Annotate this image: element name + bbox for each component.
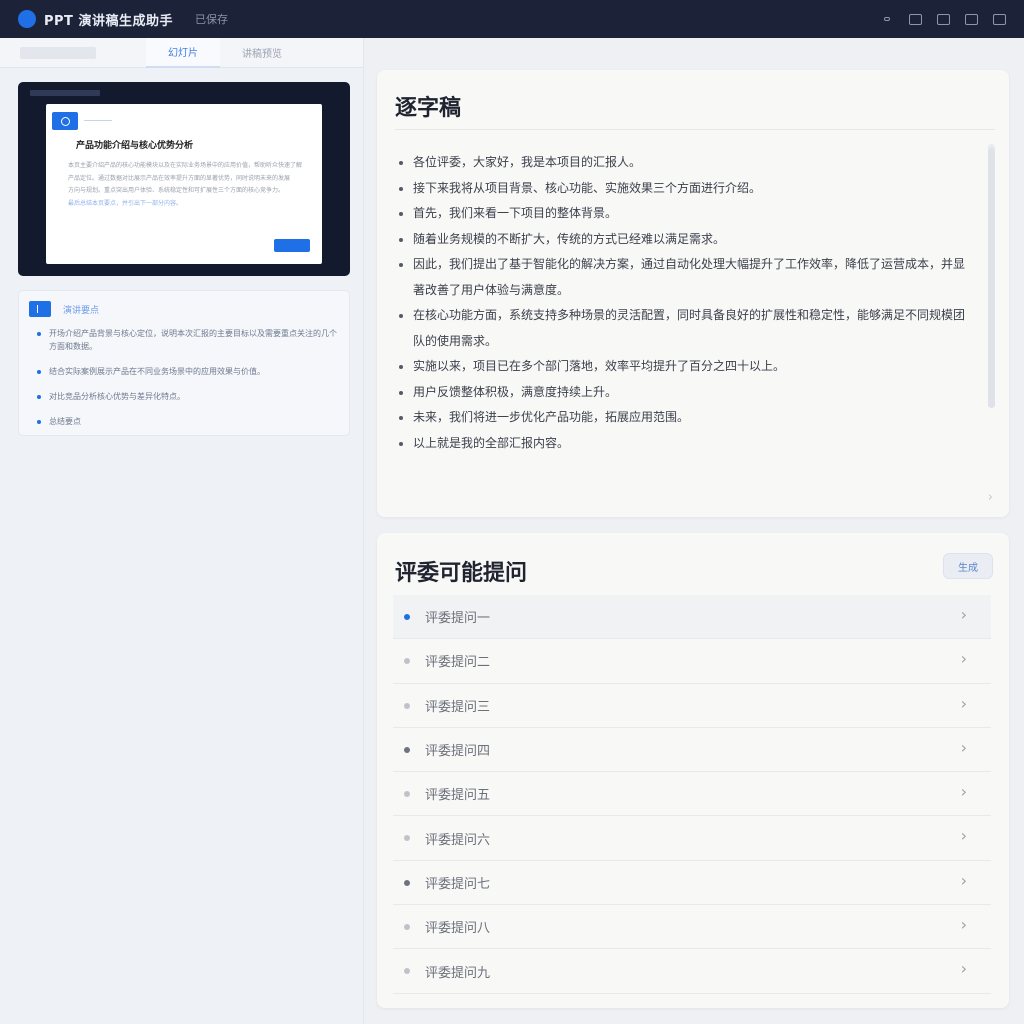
chevron-right-icon: › [960, 605, 967, 624]
question-text: 评委提问八 [425, 921, 491, 937]
question-text: 评委提问六 [425, 832, 491, 848]
notes-list: 开场介绍产品背景与核心定位，说明本次汇报的主要目标以及需要重点关注的几个方面和数… [37, 327, 339, 440]
question-text: 评委提问一 [425, 611, 491, 627]
save-status: 已保存 [194, 13, 228, 26]
document-icon[interactable] [936, 12, 950, 26]
question-text: 评委提问九 [425, 965, 491, 981]
chevron-right-icon: › [960, 870, 967, 890]
transcript-line: 随着业务规模的不断扩大，传统的方式已经难以满足需求。 [399, 227, 973, 253]
bullet-icon [404, 614, 410, 620]
slide-logo-icon [52, 112, 78, 130]
cube-icon[interactable] [908, 12, 922, 26]
app-logo-icon [18, 10, 36, 28]
left-panel: 幻灯片 讲稿预览 产品功能介绍与核心优势分析 本页主要介绍产品的核心功能模块以及… [0, 37, 364, 1024]
chevron-right-icon: › [960, 959, 967, 979]
question-item[interactable]: 评委提问三 › [393, 684, 991, 728]
transcript-line: 因此，我们提出了基于智能化的解决方案，通过自动化处理大幅提升了工作效率，降低了运… [399, 252, 973, 303]
tab-script-preview[interactable]: 讲稿预览 [220, 38, 304, 68]
speaker-notes-card: 演讲要点 开场介绍产品背景与核心定位，说明本次汇报的主要目标以及需要重点关注的几… [18, 290, 350, 436]
question-text: 评委提问三 [425, 699, 491, 715]
question-item[interactable]: 评委提问六 › [393, 816, 991, 861]
question-item[interactable]: 评委提问七 › [393, 861, 991, 906]
divider [395, 129, 995, 130]
slide-line: 产品定位。通过数据对比展示产品在效率提升方面的显著优势，同时说明未来的发展 [68, 174, 291, 182]
question-item[interactable]: 评委提问九 › [393, 949, 991, 994]
chevron-right-icon[interactable]: › [988, 490, 993, 505]
transcript-line: 未来，我们将进一步优化产品功能，拓展应用范围。 [399, 405, 973, 431]
question-item[interactable]: 评委提问一 › [393, 595, 991, 640]
bullet-icon [404, 879, 410, 886]
list-item: 对比竞品分析核心优势与差异化特点。 [37, 390, 339, 403]
questions-title: 评委可能提问 [395, 561, 528, 586]
transcript-line: 首先，我们来看一下项目的整体背景。 [399, 201, 973, 227]
left-tabs: 幻灯片 讲稿预览 [0, 37, 363, 68]
slide-line: 方向与规划。重点突出用户体验、系统稳定性和可扩展性三个方面的核心竞争力。 [68, 187, 285, 194]
bullet-icon [404, 658, 410, 665]
slide-button [274, 239, 310, 252]
generate-button[interactable]: 生成 [943, 553, 993, 579]
chevron-right-icon: › [960, 782, 967, 802]
slide-line: 本页主要介绍产品的核心功能模块以及在实际业务场景中的应用价值，帮助听众快速了解 [68, 162, 303, 169]
questions-card: 评委可能提问 生成 评委提问一 › 评委提问二 › 评委提问三 › 评委提问四 … [377, 533, 1009, 1008]
chevron-right-icon: › [960, 737, 967, 757]
top-bar: PPT 演讲稿生成助手 已保存 [0, 0, 1024, 38]
question-item[interactable]: 评委提问二 › [393, 639, 991, 684]
top-toolbar [880, 12, 1006, 26]
list-item: 开场介绍产品背景与核心定位，说明本次汇报的主要目标以及需要重点关注的几个方面和数… [37, 329, 337, 351]
transcript-line: 在核心功能方面，系统支持多种场景的灵活配置，同时具备良好的扩展性和稳定性，能够满… [399, 303, 973, 354]
slide-page: 产品功能介绍与核心优势分析 本页主要介绍产品的核心功能模块以及在实际业务场景中的… [46, 104, 322, 264]
bullet-icon [404, 924, 410, 931]
question-item[interactable]: 评委提问四 › [393, 728, 991, 773]
question-text: 评委提问四 [425, 744, 491, 760]
slide-title: 产品功能介绍与核心优势分析 [76, 141, 194, 151]
transcript-line: 以上就是我的全部汇报内容。 [399, 431, 973, 457]
list-item: 结合实际案例展示产品在不同业务场景中的应用效果与价值。 [37, 365, 339, 378]
app-title: PPT 演讲稿生成助手 [44, 13, 173, 29]
transcript-card: 逐字稿 各位评委，大家好，我是本项目的汇报人。 接下来我将从项目背景、核心功能、… [377, 70, 1009, 517]
transcript-title: 逐字稿 [395, 96, 462, 121]
question-text: 评委提问七 [425, 876, 491, 892]
chevron-right-icon: › [960, 826, 967, 846]
notes-header: 演讲要点 [29, 301, 99, 317]
bullet-icon [404, 791, 410, 798]
divider [84, 120, 112, 121]
slide-line: 最后总结本页要点，并引出下一部分内容。 [68, 199, 183, 207]
bullet-icon [404, 702, 410, 709]
dot-icon[interactable] [880, 12, 894, 26]
flag-icon [29, 301, 51, 317]
bullet-icon [404, 746, 410, 753]
chevron-right-icon: › [960, 649, 967, 669]
questions-list: 评委提问一 › 评委提问二 › 评委提问三 › 评委提问四 › 评委提问五 › … [393, 595, 991, 994]
tab-placeholder [20, 46, 96, 59]
grid-icon[interactable] [964, 12, 978, 26]
folder-icon[interactable] [992, 12, 1006, 26]
question-text: 评委提问二 [425, 655, 491, 671]
chevron-right-icon: › [960, 915, 967, 935]
transcript-line: 实施以来，项目已在多个部门落地，效率平均提升了百分之四十以上。 [399, 354, 973, 380]
scrollbar[interactable] [988, 144, 995, 408]
transcript-line: 接下来我将从项目背景、核心功能、实施效果三个方面进行介绍。 [399, 176, 973, 202]
list-item: 总结要点 [37, 415, 339, 428]
question-text: 评委提问五 [425, 788, 491, 804]
transcript-list: 各位评委，大家好，我是本项目的汇报人。 接下来我将从项目背景、核心功能、实施效果… [399, 150, 973, 457]
slide-body: 本页主要介绍产品的核心功能模块以及在实际业务场景中的应用价值，帮助听众快速了解 … [68, 160, 304, 210]
question-item[interactable]: 评委提问五 › [393, 772, 991, 817]
bullet-icon [404, 835, 410, 842]
chevron-right-icon: › [960, 693, 967, 713]
question-item[interactable]: 评委提问八 › [393, 905, 991, 950]
transcript-line: 各位评委，大家好，我是本项目的汇报人。 [399, 150, 973, 176]
transcript-line: 用户反馈整体积极，满意度持续上升。 [399, 380, 973, 406]
scrollbar-thumb[interactable] [988, 148, 995, 408]
tab-slides[interactable]: 幻灯片 [146, 37, 220, 68]
preview-toolbar [30, 90, 100, 96]
bullet-icon [404, 968, 410, 975]
notes-title: 演讲要点 [63, 305, 100, 316]
slide-preview[interactable]: 产品功能介绍与核心优势分析 本页主要介绍产品的核心功能模块以及在实际业务场景中的… [18, 82, 350, 276]
